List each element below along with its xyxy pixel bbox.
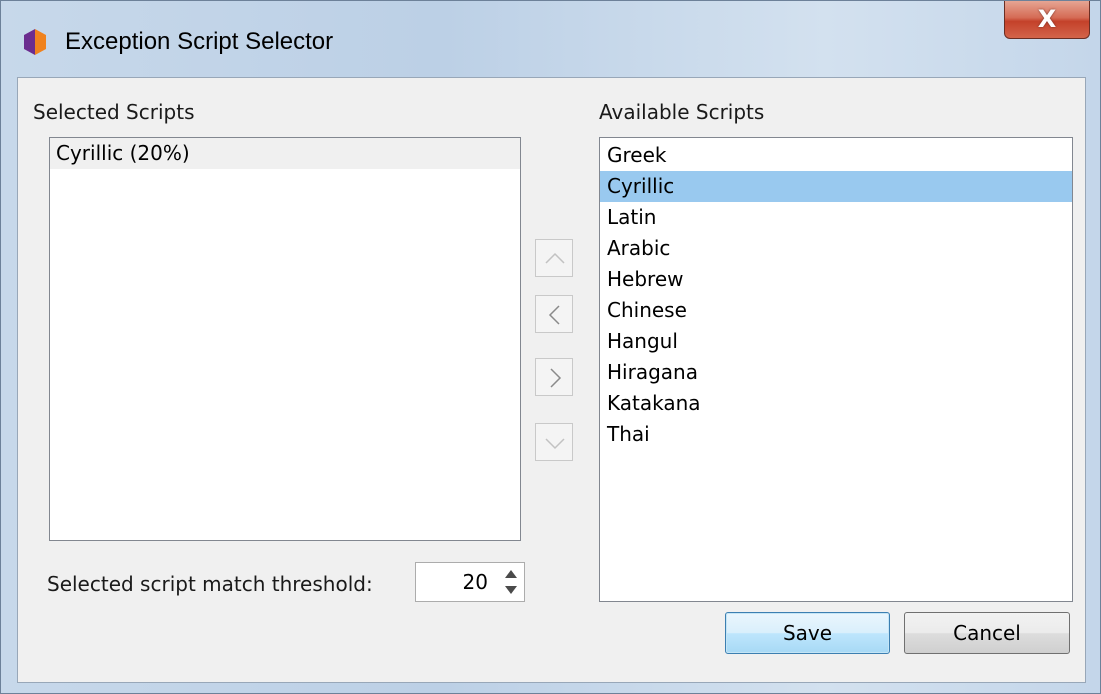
cancel-button[interactable]: Cancel	[904, 612, 1070, 654]
chevron-left-icon	[548, 305, 560, 325]
title-bar[interactable]: Exception Script Selector X	[1, 1, 1100, 77]
available-script-item[interactable]: Katakana	[600, 388, 1072, 419]
spin-down-icon[interactable]	[500, 582, 522, 599]
available-script-item[interactable]: Chinese	[600, 295, 1072, 326]
chevron-down-icon	[545, 438, 565, 450]
available-script-item[interactable]: Thai	[600, 419, 1072, 450]
available-script-item[interactable]: Hebrew	[600, 264, 1072, 295]
spin-up-icon[interactable]	[500, 565, 522, 582]
available-script-item[interactable]: Cyrillic	[600, 171, 1072, 202]
selected-script-item[interactable]: Cyrillic (20%)	[50, 138, 520, 169]
window-title: Exception Script Selector	[65, 28, 334, 55]
available-script-item[interactable]: Greek	[600, 140, 1072, 171]
app-hexagon-icon	[24, 29, 46, 55]
move-right-button[interactable]	[535, 358, 573, 396]
save-button[interactable]: Save	[725, 612, 890, 654]
chevron-right-icon	[550, 368, 562, 388]
available-script-item[interactable]: Latin	[600, 202, 1072, 233]
move-up-button[interactable]	[535, 239, 573, 277]
available-scripts-list[interactable]: Greek Cyrillic Latin Arabic Hebrew Chinese Han…	[599, 137, 1073, 602]
available-script-item[interactable]: Hiragana	[600, 357, 1072, 388]
selected-scripts-label: Selected Scripts	[33, 100, 195, 124]
dialog-client-area: Selected Scripts Cyrillic (20%) Availabl…	[17, 77, 1086, 683]
chevron-up-icon	[545, 252, 565, 264]
move-left-button[interactable]	[535, 295, 573, 333]
available-script-item[interactable]: Arabic	[600, 233, 1072, 264]
close-button[interactable]: X	[1004, 1, 1090, 39]
close-icon: X	[1037, 5, 1057, 33]
move-down-button[interactable]	[535, 423, 573, 461]
available-scripts-label: Available Scripts	[599, 100, 765, 124]
dialog-window: Exception Script Selector X Selected Scr…	[0, 0, 1101, 694]
available-script-item[interactable]: Hangul	[600, 326, 1072, 357]
selected-scripts-list[interactable]: Cyrillic (20%)	[49, 137, 521, 541]
threshold-label: Selected script match threshold:	[47, 572, 373, 596]
threshold-spinbox[interactable]: 20	[415, 562, 525, 602]
threshold-value: 20	[462, 570, 488, 594]
